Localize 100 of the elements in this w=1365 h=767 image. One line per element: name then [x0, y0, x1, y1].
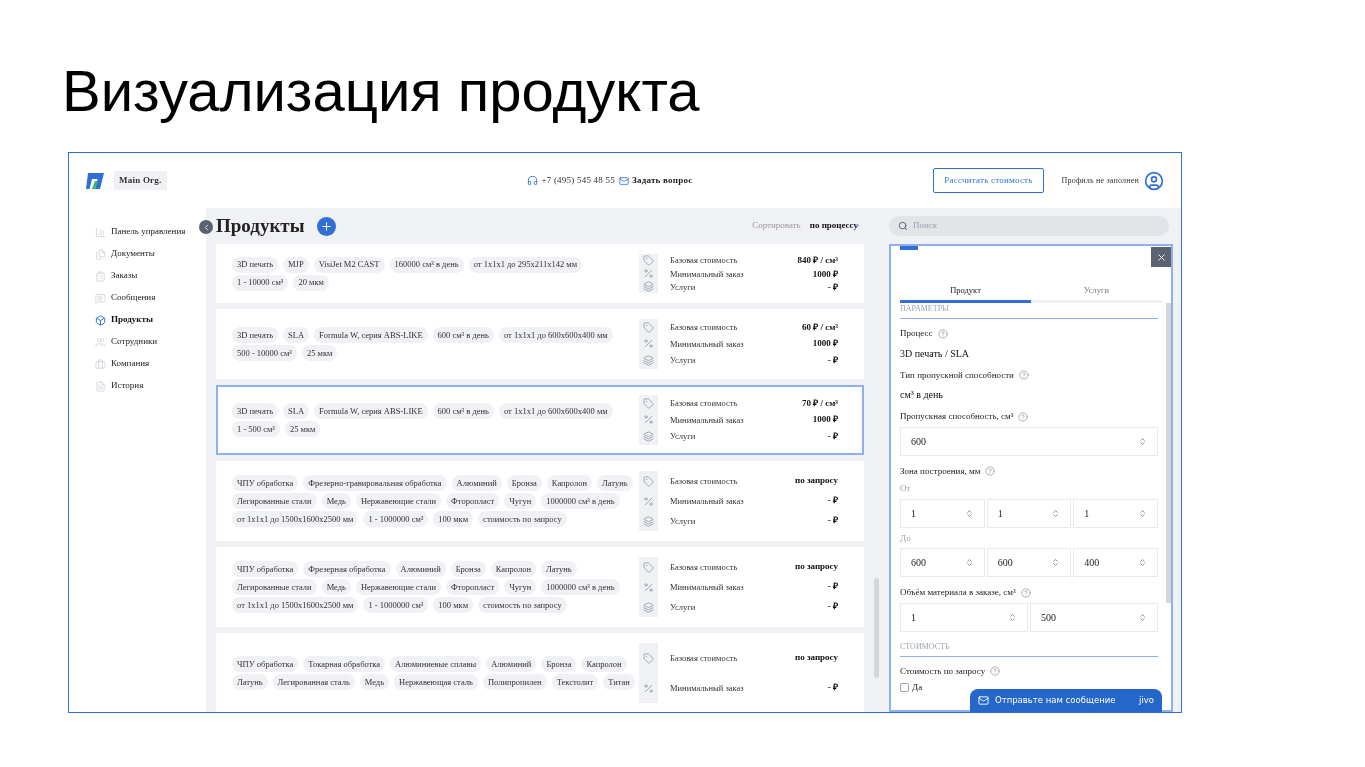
number-field[interactable]: 600 — [900, 548, 985, 577]
price-value: 60 ₽ / см³ — [801, 320, 838, 334]
product-card[interactable] — [216, 633, 864, 712]
number-field[interactable]: 400 — [1073, 548, 1158, 577]
help-icon[interactable] — [937, 328, 948, 339]
tag: Капролон — [490, 561, 536, 577]
stepper-icon[interactable] — [1008, 612, 1017, 622]
help-icon[interactable] — [1018, 370, 1029, 381]
sidebar-item[interactable]: История — [95, 377, 144, 395]
sidebar-item[interactable]: Сообщения — [95, 289, 156, 307]
tag: Легированная сталь — [272, 674, 355, 690]
ask-question-link[interactable]: Задать вопрос — [632, 173, 693, 188]
tag: Бронза — [450, 561, 486, 577]
sidebar-item[interactable]: Документы — [95, 245, 155, 263]
price-value: - ₽ — [827, 429, 838, 443]
help-icon[interactable] — [1018, 411, 1029, 422]
sidebar-item[interactable]: Заказы — [95, 267, 138, 285]
price-value: - ₽ — [827, 353, 838, 367]
help-icon[interactable] — [1020, 587, 1031, 598]
tag: 160000 см³ в день — [389, 256, 464, 273]
layers-icon — [643, 355, 654, 367]
organization-name[interactable]: Main Org. — [114, 170, 167, 191]
price-label: Базовая стоимость — [670, 254, 738, 268]
tag: 20 мкм — [293, 274, 329, 291]
checkbox-label: Да — [912, 681, 923, 694]
sidebar-item[interactable]: Продукты — [95, 311, 153, 329]
number-field[interactable]: 500 — [1030, 602, 1158, 632]
tag-icon — [643, 397, 654, 409]
collapse-button[interactable] — [199, 220, 213, 234]
product-card[interactable] — [216, 547, 864, 627]
tag: ЧПУ обработка — [232, 561, 299, 577]
stepper-icon[interactable] — [1138, 508, 1147, 518]
price-value: по запросу — [795, 474, 838, 488]
sidebar-item[interactable]: Панель управления — [95, 223, 186, 241]
tag: Фрезерно-гравировальная обработка — [303, 475, 447, 491]
tag: SLA — [283, 403, 310, 419]
chat-widget[interactable]: Отправьте нам сообщение jivo — [970, 689, 1162, 712]
stepper-icon[interactable] — [1138, 612, 1147, 622]
panel-tab[interactable]: Продукт — [900, 281, 1031, 303]
documents-icon — [95, 248, 106, 260]
panel-tab[interactable]: Услуги — [1031, 281, 1162, 303]
number-field[interactable]: 1 — [900, 602, 1028, 632]
tag: Латунь — [597, 475, 633, 491]
help-icon[interactable] — [985, 466, 996, 477]
stepper-icon[interactable] — [1051, 558, 1061, 567]
tag: Капролон — [546, 475, 593, 491]
product-card[interactable]: 3D печать SLA Formula W, серия ABS-LIKE 600 см³ в день от 1x1x1 до 600x600x400 мм 1 - 500 см³ 25 мкм Базовая стоимость 70 ₽ / см³ Минимальный заказ 1000 ₽ Услуги - ₽ — [216, 385, 864, 455]
panel-scrollbar[interactable] — [1166, 303, 1171, 603]
sort-dropdown[interactable]: по процессу — [809, 219, 861, 233]
product-card[interactable]: 3D печать MJP VisiJet M2 CAST 160000 см³ в день от 1x1x1 до 295x211x142 мм 1 - 10000 см³ 20 мкм Базовая стоимость 840 ₽ / см³ Минимальный заказ 1000 ₽ Услуги - ₽ — [216, 244, 864, 303]
tag: SLA — [283, 327, 310, 343]
add-button[interactable] — [316, 216, 336, 236]
number-field[interactable]: 1 — [986, 498, 1072, 528]
help-icon[interactable] — [990, 666, 1001, 677]
price-value: - ₽ — [827, 514, 838, 528]
stepper-icon[interactable] — [1051, 508, 1061, 518]
profile-status[interactable]: Профиль не заполнен — [1061, 174, 1139, 187]
percent-icon — [643, 495, 654, 507]
price-label: Услуги — [670, 600, 696, 614]
product-card[interactable] — [216, 461, 864, 541]
sidebar-item[interactable]: Сотрудники — [95, 333, 158, 351]
tag: 500 - 10000 см³ — [232, 345, 297, 361]
product-card[interactable]: 3D печать SLA Formula W, серия ABS-LIKE 600 см³ в день от 1x1x1 до 600x600x400 мм 500 - 10000 см³ 25 мкм Базовая стоимость 60 ₽ / см³ Минимальный заказ 1000 ₽ Услуги - ₽ — [216, 309, 864, 379]
tag: Formula W, серия ABS-LIKE — [314, 403, 428, 419]
price-label: Базовая стоимость — [670, 474, 738, 488]
tag: Фторопласт — [446, 493, 500, 509]
stepper-icon[interactable] — [1138, 436, 1147, 446]
number-field[interactable]: 600 — [986, 548, 1072, 577]
avatar-icon[interactable] — [1144, 170, 1164, 191]
number-field[interactable]: 1 — [1073, 498, 1158, 528]
phone-number[interactable]: +7 (495) 545 48 55 — [541, 173, 615, 188]
close-button[interactable] — [1151, 247, 1171, 267]
tag: ЧПУ обработка — [232, 475, 299, 491]
price-value: 1000 ₽ — [812, 267, 838, 281]
number-field[interactable]: 1 — [900, 498, 985, 528]
sidebar-item[interactable]: Компания — [95, 355, 150, 373]
clipboard-icon — [95, 270, 106, 282]
tag-icon — [643, 652, 654, 664]
stepper-icon[interactable] — [964, 508, 974, 518]
tag: 3D печать — [232, 403, 279, 419]
price-label: Минимальный заказ — [670, 413, 744, 427]
tag: 25 мкм — [301, 345, 338, 361]
tag-icon — [643, 561, 654, 573]
tag: 1 - 10000 см³ — [232, 274, 289, 291]
tag: 100 мкм — [433, 511, 474, 527]
price-value: 1000 ₽ — [812, 337, 838, 351]
tag: Латунь — [540, 561, 577, 577]
calculate-cost-button[interactable]: Рассчитать стоимость — [933, 168, 1044, 193]
price-value: - ₽ — [827, 281, 838, 294]
price-label: Базовая стоимость — [670, 320, 738, 334]
tag: Бронза — [541, 656, 577, 672]
scrollbar[interactable] — [874, 578, 879, 678]
checkbox[interactable] — [900, 683, 909, 693]
percent-icon — [643, 414, 654, 426]
stepper-icon[interactable] — [964, 558, 974, 567]
tag: от 1x1x1 до 600x600x400 мм — [498, 327, 613, 343]
percent-icon — [643, 581, 654, 593]
stepper-icon[interactable] — [1138, 558, 1147, 567]
box-icon — [95, 314, 106, 326]
number-field[interactable]: 600 — [900, 426, 1158, 456]
